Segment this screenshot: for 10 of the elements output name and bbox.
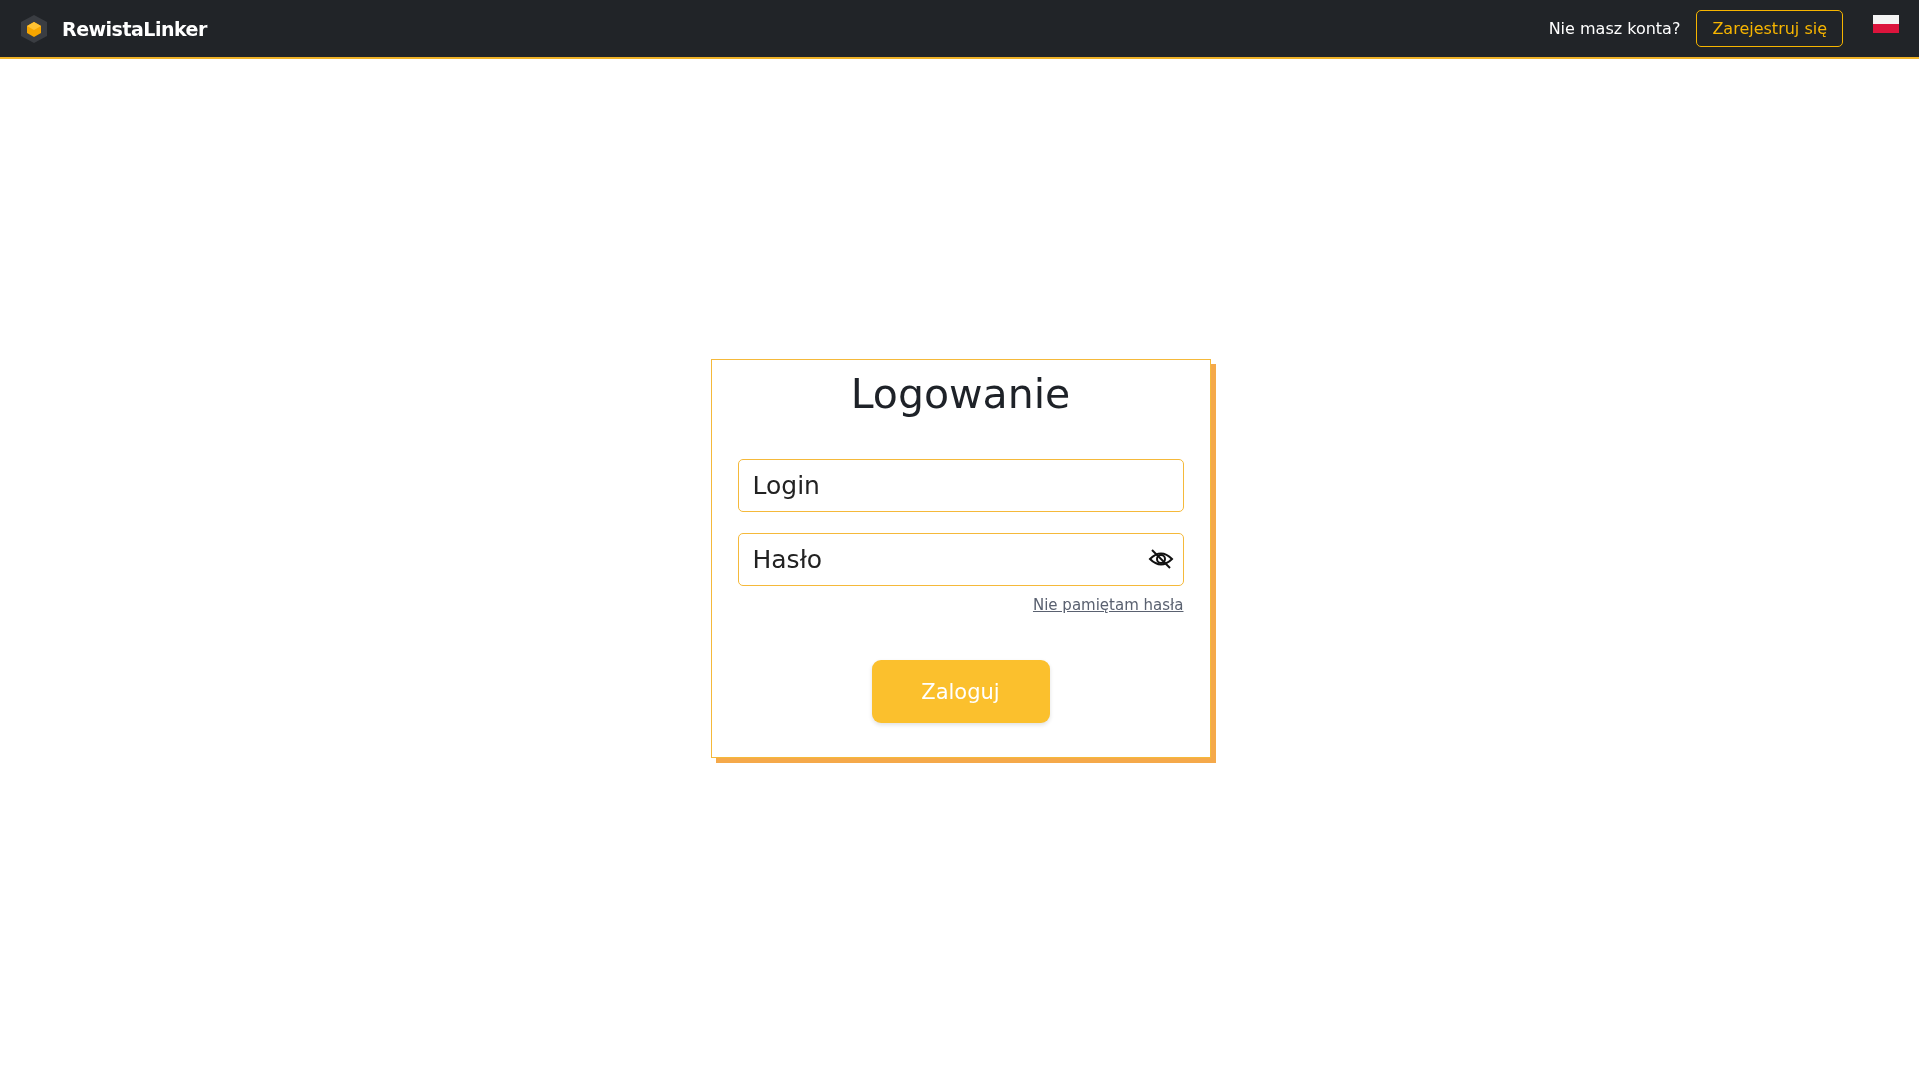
no-account-text: Nie masz konta? <box>1548 19 1681 38</box>
forgot-password-link[interactable]: Nie pamiętam hasła <box>1032 596 1184 615</box>
login-title: Logowanie <box>849 369 1072 420</box>
login-field[interactable]: Login <box>737 459 1184 513</box>
password-field[interactable]: Hasło <box>737 533 1184 587</box>
register-button[interactable]: Zarejestruj się <box>1696 10 1843 47</box>
cube-logo-icon <box>20 13 48 44</box>
flag-icon[interactable] <box>1873 14 1899 33</box>
brand-name[interactable]: RewistaLinker <box>62 17 207 40</box>
hide-password-icon[interactable] <box>1147 548 1174 571</box>
